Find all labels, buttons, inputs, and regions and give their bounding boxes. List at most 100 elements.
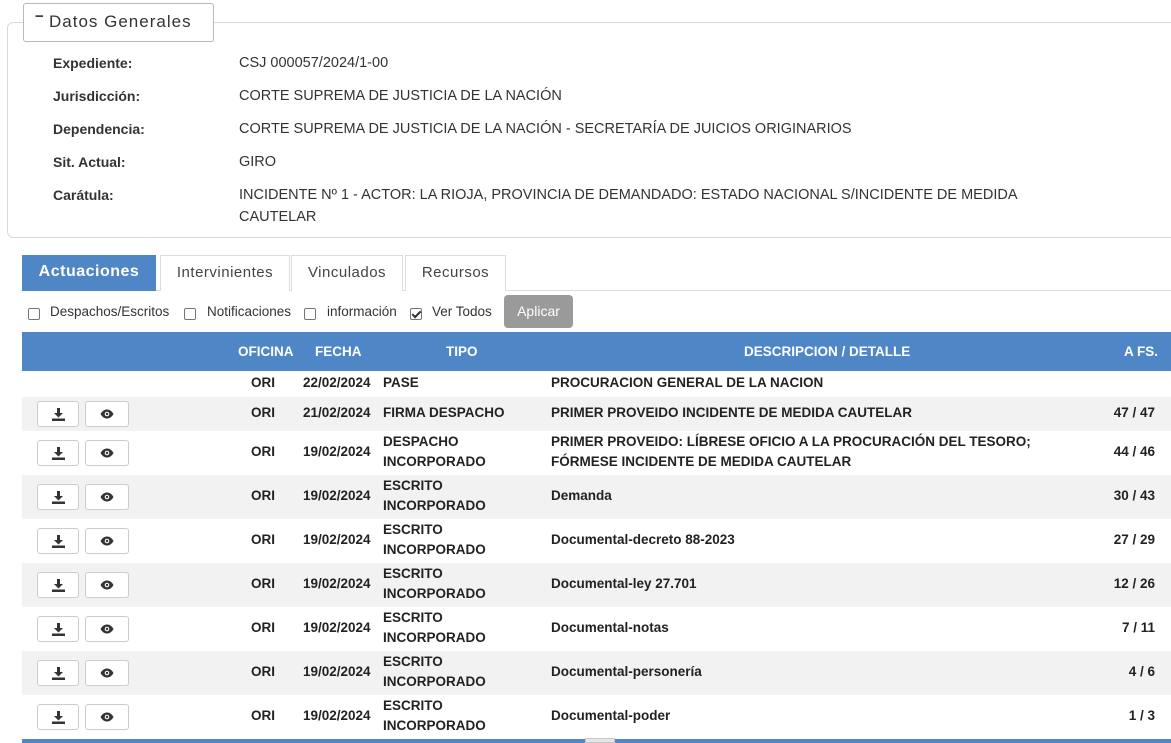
cell-fecha: 19/02/2024 [303, 664, 371, 679]
table-row: ORI 19/02/2024 ESCRITO INCORPORADO Documenta… [22, 607, 1171, 651]
cell-tipo-line1: ESCRITO [383, 610, 443, 625]
filter-bar: Despachos/Escritos Notificaciones inform… [22, 295, 1171, 329]
aplicar-button[interactable]: Aplicar [504, 295, 573, 328]
cell-tipo-line1: ESCRITO [383, 478, 443, 493]
cell-fecha: 19/02/2024 [303, 576, 371, 591]
cell-oficina: ORI [251, 708, 276, 723]
cell-tipo-line2: INCORPORADO [383, 674, 486, 689]
download-icon [51, 534, 65, 548]
download-button[interactable] [37, 484, 79, 510]
cell-fecha: 19/02/2024 [303, 488, 371, 503]
cell-afs: 30 / 43 [1113, 488, 1155, 503]
cell-descripcion-line1: PRIMER PROVEIDO: LÍBRESE OFICIO A LA PRO… [551, 434, 1031, 449]
download-button[interactable] [37, 440, 79, 466]
cell-tipo-line2: INCORPORADO [383, 542, 486, 557]
eye-icon [100, 448, 114, 458]
cell-oficina: ORI [251, 664, 276, 679]
download-button[interactable] [37, 528, 79, 554]
cell-afs: 47 / 47 [1113, 405, 1155, 420]
download-button[interactable] [37, 704, 79, 730]
cell-descripcion: Documental-ley 27.701 [551, 576, 697, 591]
table-row: ORI 19/02/2024 ESCRITO INCORPORADO Demanda 30… [22, 475, 1171, 519]
cell-tipo-line1: ESCRITO [383, 654, 443, 669]
notificaciones-checkbox[interactable] [184, 308, 196, 320]
cell-tipo-line2: INCORPORADO [383, 586, 486, 601]
cell-oficina: ORI [251, 444, 276, 459]
view-button[interactable] [85, 572, 129, 598]
download-icon [51, 446, 65, 460]
view-button[interactable] [85, 616, 129, 642]
cell-oficina: ORI [251, 488, 276, 503]
cell-afs: 7 / 11 [1121, 620, 1155, 635]
tab-recursos[interactable]: Recursos [405, 255, 506, 291]
cell-oficina: ORI [251, 576, 276, 591]
ver-todos-label: Ver Todos [432, 304, 492, 319]
jurisdiccion-label: Jurisdicción: [53, 88, 141, 104]
datos-generales-legend[interactable]: − Datos Generales [23, 3, 214, 42]
eye-icon [100, 409, 114, 419]
sit-actual-value: GIRO [239, 154, 277, 170]
despachos-escritos-checkbox[interactable] [28, 308, 40, 320]
eye-icon [100, 624, 114, 634]
eye-icon [100, 580, 114, 590]
eye-icon [100, 712, 114, 722]
cell-tipo-line2: INCORPORADO [383, 454, 486, 469]
header-tipo: TIPO [446, 344, 478, 359]
eye-icon [100, 492, 114, 502]
download-icon [51, 578, 65, 592]
cell-descripcion: Documental-notas [551, 620, 669, 635]
cell-tipo-line1: ESCRITO [383, 698, 443, 713]
tab-bar: Actuaciones Intervinientes Vinculados Re… [22, 255, 1171, 291]
tab-vinculados[interactable]: Vinculados [291, 255, 403, 291]
view-button[interactable] [85, 484, 129, 510]
ver-todos-checkbox[interactable] [410, 308, 422, 320]
jurisdiccion-value: CORTE SUPREMA DE JUSTICIA DE LA NACIÓN [239, 88, 562, 104]
view-button[interactable] [85, 528, 129, 554]
cell-fecha: 19/02/2024 [303, 532, 371, 547]
cell-tipo: PASE [383, 375, 419, 390]
caratula-label: Carátula: [53, 187, 114, 203]
cell-fecha: 19/02/2024 [303, 444, 371, 459]
table-row: ORI 21/02/2024 FIRMA DESPACHO PRIMER PROVEI… [22, 397, 1171, 431]
header-afs: A FS. [1124, 344, 1159, 359]
eye-icon [100, 536, 114, 546]
table-row: ORI 19/02/2024 DESPACHO INCORPORADO PRIMER P… [22, 431, 1171, 475]
cell-afs: 12 / 26 [1113, 576, 1155, 591]
cell-tipo-line2: INCORPORADO [383, 718, 486, 733]
header-fecha: FECHA [315, 344, 362, 359]
horizontal-scrollbar-thumb[interactable] [585, 738, 615, 743]
table-row: ORI 19/02/2024 ESCRITO INCORPORADO Documenta… [22, 651, 1171, 695]
cell-fecha: 21/02/2024 [303, 405, 371, 420]
view-button[interactable] [85, 440, 129, 466]
notificaciones-label: Notificaciones [207, 304, 292, 319]
caratula-value: INCIDENTE Nº 1 - ACTOR: LA RIOJA, PROVIN… [239, 187, 1017, 225]
cell-tipo-line1: DESPACHO [383, 434, 459, 449]
tab-actuaciones[interactable]: Actuaciones [22, 255, 156, 291]
download-button[interactable] [37, 660, 79, 686]
cell-tipo: FIRMA DESPACHO [383, 405, 505, 420]
table-header: OFICINA FECHA TIPO DESCRIPCION / DETALLE… [22, 332, 1171, 371]
collapse-toggle-icon[interactable]: − [35, 8, 45, 25]
view-button[interactable] [85, 704, 129, 730]
cell-descripcion: PRIMER PROVEIDO INCIDENTE DE MEDIDA CAUT… [551, 405, 913, 420]
cell-tipo-line1: ESCRITO [383, 566, 443, 581]
view-button[interactable] [85, 401, 129, 427]
cell-descripcion: PROCURACION GENERAL DE LA NACION [551, 375, 824, 390]
expediente-value: CSJ 000057/2024/1-00 [239, 55, 389, 71]
header-oficina: OFICINA [238, 344, 294, 359]
download-button[interactable] [37, 401, 79, 427]
view-button[interactable] [85, 660, 129, 686]
cell-fecha: 19/02/2024 [303, 708, 371, 723]
eye-icon [100, 668, 114, 678]
download-button[interactable] [37, 572, 79, 598]
cell-afs: 44 / 46 [1113, 444, 1155, 459]
download-icon [51, 622, 65, 636]
informacion-checkbox[interactable] [304, 308, 316, 320]
table-row: ORI 19/02/2024 ESCRITO INCORPORADO Documenta… [22, 695, 1171, 739]
expediente-label: Expediente: [53, 55, 133, 71]
download-button[interactable] [37, 616, 79, 642]
tab-intervinientes[interactable]: Intervinientes [160, 255, 290, 291]
download-icon [51, 710, 65, 724]
cell-fecha: 19/02/2024 [303, 620, 371, 635]
download-icon [51, 407, 65, 421]
